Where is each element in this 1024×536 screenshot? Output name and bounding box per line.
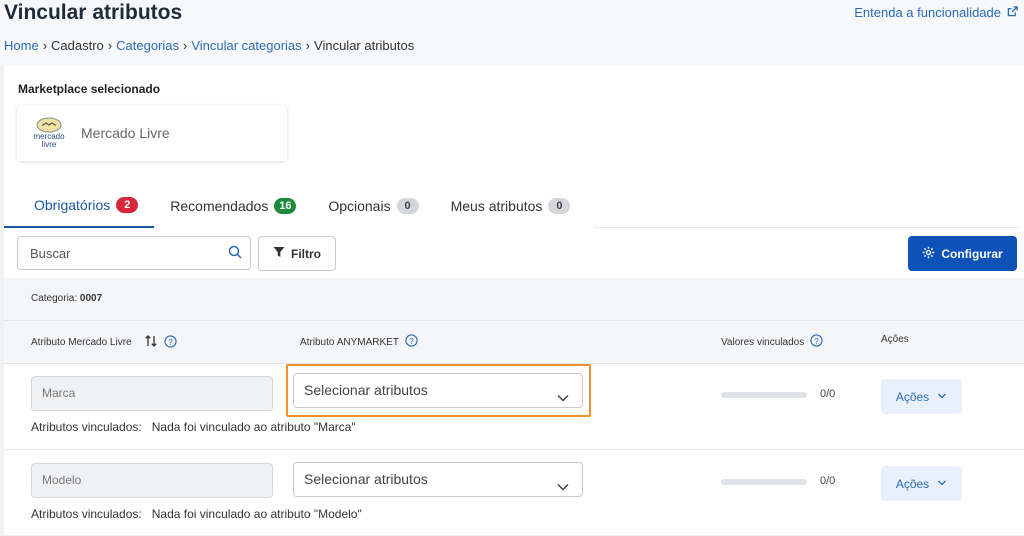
column-label: Atributo ANYMARKET bbox=[300, 336, 399, 348]
configurar-button[interactable]: Configurar bbox=[908, 236, 1017, 271]
logo-text-2: livre bbox=[41, 140, 57, 149]
chevron-down-icon bbox=[556, 384, 570, 417]
column-label: Ações bbox=[881, 334, 909, 345]
svg-text:?: ? bbox=[814, 336, 819, 346]
tab-bar: Obrigatórios 2 Recomendados 16 Opcionais… bbox=[4, 184, 594, 228]
table-row: Modelo Selecionar atributos 0/0 Ações At… bbox=[4, 450, 1024, 536]
breadcrumb-separator: › bbox=[42, 38, 48, 53]
column-ml-attr: Atributo Mercado Livre ? bbox=[31, 334, 177, 351]
tab-opcionais[interactable]: Opcionais 0 bbox=[312, 184, 434, 228]
acoes-button[interactable]: Ações bbox=[881, 379, 962, 414]
tab-meus-atributos[interactable]: Meus atributos 0 bbox=[435, 184, 587, 228]
marketplace-name: Mercado Livre bbox=[81, 125, 170, 141]
breadcrumb: Home › Cadastro › Categorias › Vincular … bbox=[4, 38, 414, 53]
linked-attributes: Atributos vinculados: Nada foi vinculado … bbox=[31, 420, 356, 434]
attribute-select[interactable]: Selecionar atributos bbox=[293, 373, 583, 408]
acoes-button[interactable]: Ações bbox=[881, 466, 962, 501]
mercado-livre-logo: mercado livre bbox=[31, 117, 67, 149]
progress-bar bbox=[721, 479, 807, 485]
column-acoes: Ações bbox=[881, 334, 909, 345]
linked-value: Nada foi vinculado ao atributo "Marca" bbox=[151, 420, 356, 434]
marketplace-label: Marketplace selecionado bbox=[18, 82, 161, 96]
breadcrumb-current: Vincular atributos bbox=[314, 38, 415, 53]
search-box bbox=[17, 236, 251, 270]
tab-recomendados[interactable]: Recomendados 16 bbox=[154, 184, 312, 228]
breadcrumb-vincular-categorias[interactable]: Vincular categorias bbox=[191, 38, 301, 53]
breadcrumb-home[interactable]: Home bbox=[4, 38, 39, 53]
svg-text:?: ? bbox=[168, 336, 173, 346]
table-row: Marca Selecionar atributos 0/0 Ações Atr… bbox=[4, 363, 1024, 450]
external-link-icon bbox=[1007, 5, 1018, 20]
progress-bar bbox=[721, 392, 807, 398]
category-info: Categoria: 0007 bbox=[31, 293, 102, 304]
help-icon[interactable]: ? bbox=[163, 334, 177, 351]
search-input[interactable] bbox=[28, 245, 222, 262]
chevron-down-icon bbox=[556, 473, 570, 506]
tab-label: Recomendados bbox=[170, 198, 269, 214]
tabs-divider bbox=[594, 227, 1020, 228]
chevron-down-icon bbox=[937, 477, 947, 491]
linked-label: Atributos vinculados: bbox=[31, 420, 142, 434]
breadcrumb-separator: › bbox=[305, 38, 311, 53]
column-label: Valores vinculados bbox=[721, 336, 805, 348]
category-value: 0007 bbox=[79, 293, 103, 304]
configurar-label: Configurar bbox=[941, 246, 1003, 261]
page-title: Vincular atributos bbox=[4, 1, 183, 24]
values-ratio: 0/0 bbox=[820, 388, 836, 400]
svg-text:?: ? bbox=[409, 336, 414, 346]
column-valores: Valores vinculados ? bbox=[721, 334, 823, 350]
category-label: Categoria: bbox=[31, 293, 78, 304]
values-ratio: 0/0 bbox=[820, 475, 836, 487]
count-badge: 16 bbox=[274, 198, 297, 214]
chevron-down-icon bbox=[937, 390, 947, 404]
main-card: Marketplace selecionado mercado livre Me… bbox=[4, 66, 1024, 535]
column-label: Atributo Mercado Livre bbox=[31, 337, 132, 348]
linked-attributes: Atributos vinculados: Nada foi vinculado … bbox=[31, 507, 362, 521]
breadcrumb-cadastro: Cadastro bbox=[51, 38, 104, 53]
help-icon[interactable]: ? bbox=[405, 334, 418, 350]
filter-button[interactable]: Filtro bbox=[258, 236, 336, 271]
funnel-icon bbox=[273, 246, 285, 261]
breadcrumb-categorias[interactable]: Categorias bbox=[116, 38, 179, 53]
acoes-label: Ações bbox=[895, 389, 930, 404]
handshake-icon bbox=[36, 117, 62, 133]
acoes-label: Ações bbox=[895, 476, 930, 491]
breadcrumb-separator: › bbox=[107, 38, 113, 53]
select-placeholder: Selecionar atributos bbox=[304, 471, 428, 487]
count-badge: 0 bbox=[396, 198, 419, 214]
count-badge: 2 bbox=[116, 197, 139, 213]
linked-value: Nada foi vinculado ao atributo "Modelo" bbox=[151, 507, 362, 521]
count-badge: 0 bbox=[548, 198, 571, 214]
table-header: Atributo Mercado Livre ? Atributo ANYMAR… bbox=[4, 320, 1024, 364]
attribute-select[interactable]: Selecionar atributos bbox=[293, 462, 583, 497]
select-placeholder: Selecionar atributos bbox=[304, 382, 428, 398]
filter-label: Filtro bbox=[291, 246, 321, 261]
tab-label: Opcionais bbox=[328, 198, 391, 214]
help-link-label: Entenda a funcionalidade bbox=[854, 5, 1001, 20]
sort-icon[interactable] bbox=[144, 334, 158, 351]
page-header: Vincular atributos Entenda a funcionalid… bbox=[0, 0, 1024, 66]
breadcrumb-separator: › bbox=[183, 38, 188, 53]
marketplace-card: mercado livre Mercado Livre bbox=[17, 105, 287, 161]
linked-label: Atributos vinculados: bbox=[31, 507, 142, 521]
ml-attribute-field: Modelo bbox=[31, 463, 273, 498]
column-anymarket-attr: Atributo ANYMARKET ? bbox=[300, 334, 418, 350]
category-bar: Categoria: 0007 bbox=[4, 278, 1024, 320]
help-icon[interactable]: ? bbox=[810, 334, 823, 350]
tab-label: Meus atributos bbox=[450, 198, 543, 214]
tab-obrigatorios[interactable]: Obrigatórios 2 bbox=[4, 184, 155, 228]
tab-label: Obrigatórios bbox=[34, 197, 111, 213]
search-icon[interactable] bbox=[228, 245, 242, 264]
gear-icon bbox=[922, 246, 935, 262]
ml-attribute-field: Marca bbox=[31, 376, 273, 411]
help-link[interactable]: Entenda a funcionalidade bbox=[854, 5, 1018, 20]
